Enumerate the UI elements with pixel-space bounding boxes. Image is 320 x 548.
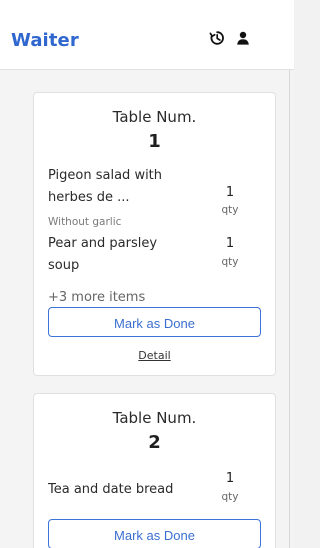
waiter-app: Waiter Table Num. 1 Pigeon salad with he… <box>0 0 294 548</box>
user-icon[interactable] <box>235 30 251 46</box>
table-label: Table Num. <box>112 409 197 427</box>
app-title: Waiter <box>11 30 79 51</box>
order-card-table-2: Table Num. 2 Tea and date bread 1 qty Ma… <box>33 393 276 548</box>
order-item-qty-label: qty <box>221 491 239 503</box>
app-header: Waiter <box>0 0 294 70</box>
order-card-table-1: Table Num. 1 Pigeon salad with herbes de… <box>33 92 276 376</box>
order-item-qty-label: qty <box>221 204 239 216</box>
order-item-qty: 1 <box>225 236 235 251</box>
order-item-qty: 1 <box>225 185 235 200</box>
order-item-name: Pear and parsley soup <box>48 236 158 273</box>
mark-as-done-button[interactable]: Mark as Done <box>48 519 261 548</box>
history-icon[interactable] <box>209 30 225 46</box>
orders-list: Table Num. 1 Pigeon salad with herbes de… <box>0 70 289 548</box>
more-items-text: +3 more items <box>48 290 146 305</box>
right-divider <box>289 70 290 548</box>
table-number: 1 <box>148 131 161 152</box>
order-item-name: Pigeon salad with herbes de ... <box>48 168 163 205</box>
table-number: 2 <box>148 432 161 453</box>
detail-link[interactable]: Detail <box>34 349 275 362</box>
table-label: Table Num. <box>112 108 197 126</box>
order-item-note: Without garlic <box>48 216 122 228</box>
order-item-qty: 1 <box>225 471 235 486</box>
order-item-qty-label: qty <box>221 256 239 268</box>
mark-as-done-button[interactable]: Mark as Done <box>48 307 261 337</box>
order-item-name: Tea and date bread <box>48 482 174 497</box>
